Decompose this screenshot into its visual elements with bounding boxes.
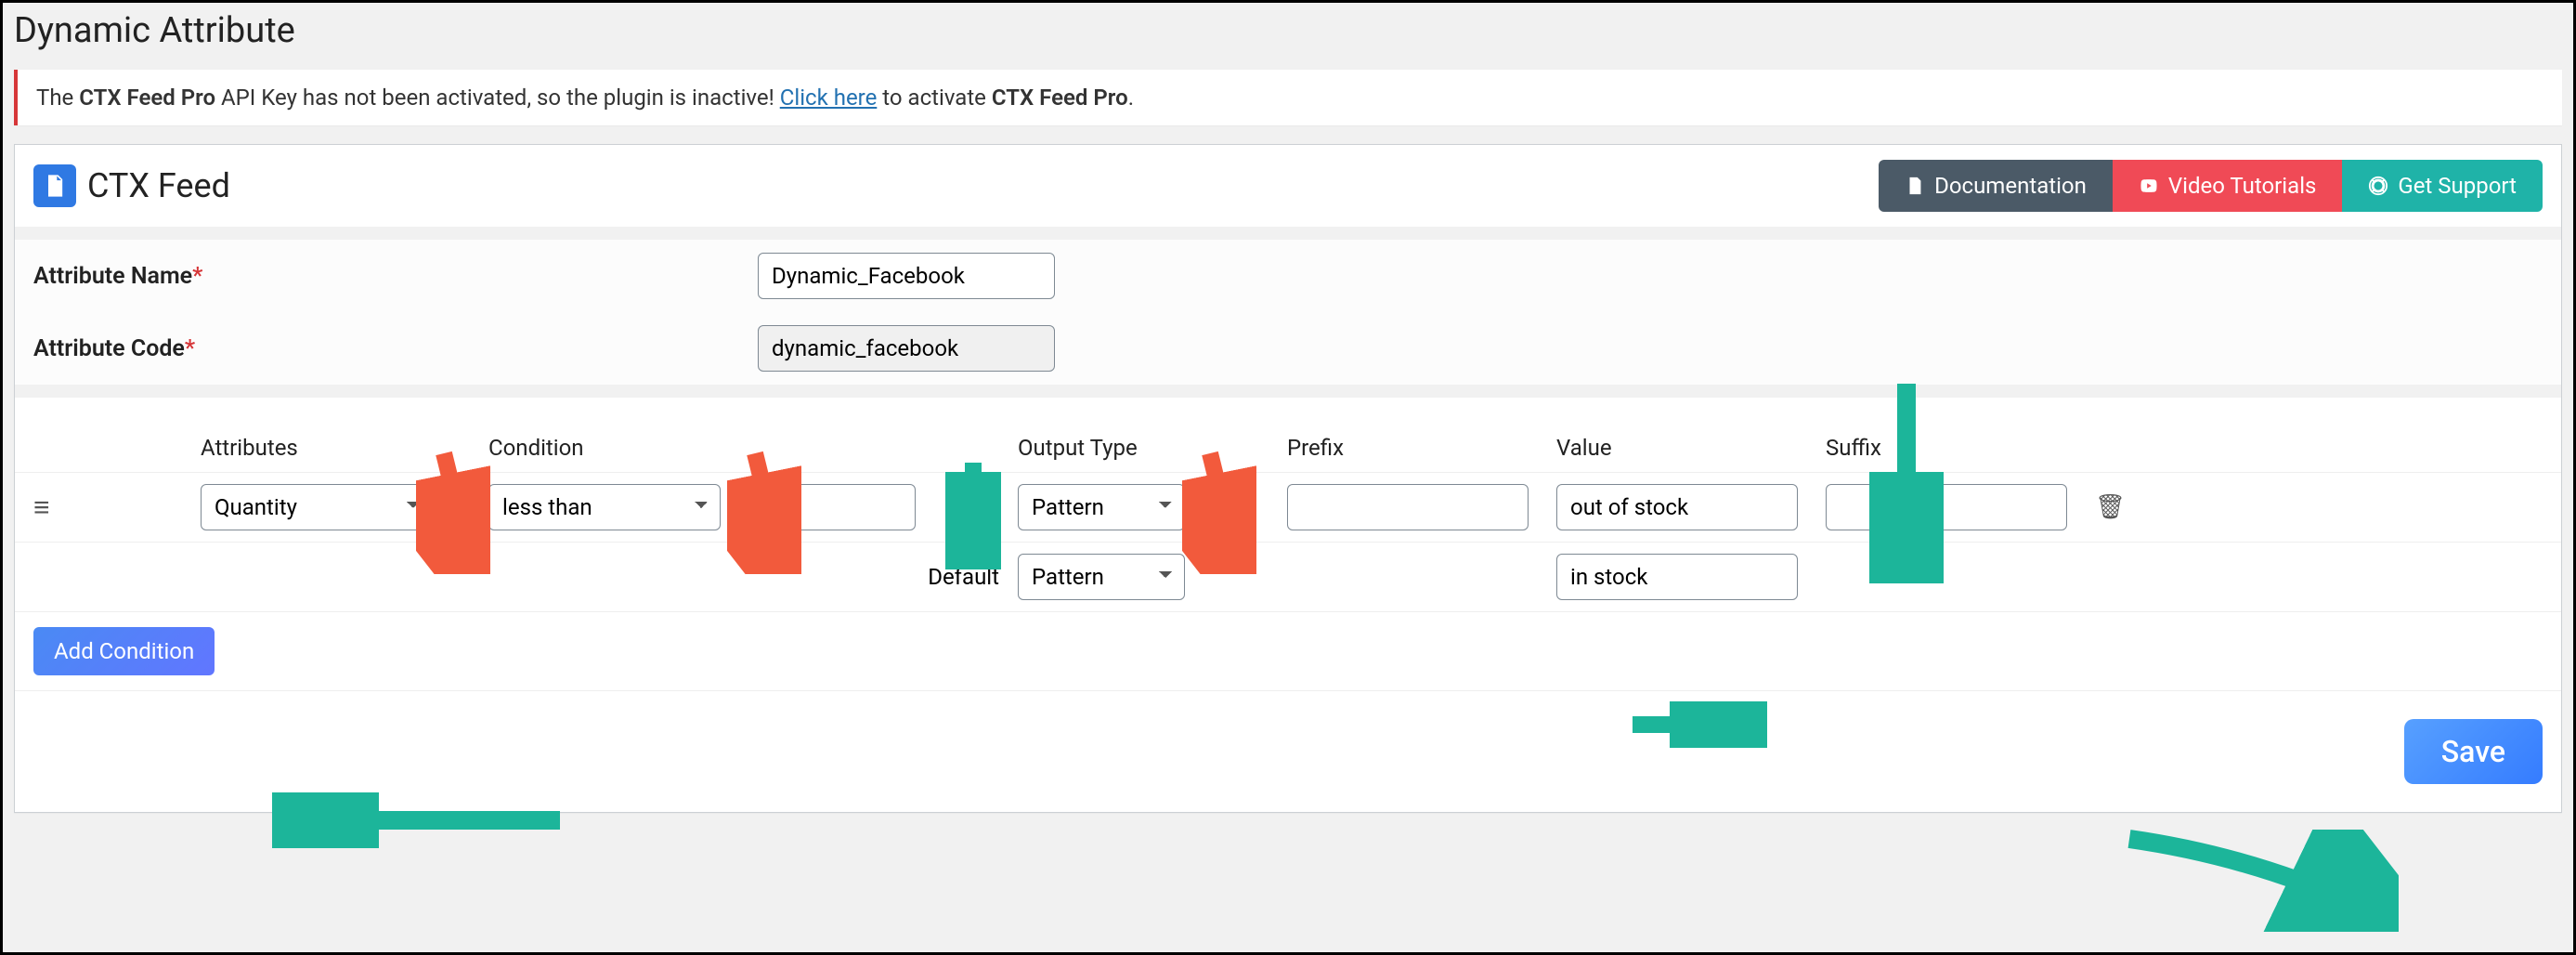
attribute-name-row: Attribute Name* — [15, 240, 2561, 312]
notice-text-4: . — [1128, 85, 1134, 111]
lifebuoy-icon — [2368, 176, 2388, 196]
attribute-code-label: Attribute Code* — [33, 335, 758, 362]
get-support-button[interactable]: Get Support — [2342, 160, 2543, 212]
output-type-select[interactable]: Pattern — [1018, 484, 1185, 530]
attribute-select[interactable]: Quantity — [201, 484, 433, 530]
activation-notice: The CTX Feed Pro API Key has not been ac… — [14, 70, 2562, 125]
attribute-code-row: Attribute Code* — [15, 312, 2561, 385]
activate-link[interactable]: Click here — [780, 85, 878, 111]
condition-row: ≡ Quantity less than Pattern 🗑 — [15, 472, 2561, 542]
page-title: Dynamic Attribute — [3, 3, 2573, 62]
trash-icon: 🗑 — [2095, 493, 2126, 521]
get-support-label: Get Support — [2398, 173, 2517, 199]
documentation-label: Documentation — [1934, 173, 2087, 199]
attribute-name-label: Attribute Name* — [33, 263, 758, 290]
notice-text-1: The — [36, 85, 79, 111]
brand-icon — [33, 164, 76, 207]
add-condition-section: Add Condition — [15, 611, 2561, 690]
documentation-button[interactable]: Documentation — [1879, 160, 2113, 212]
video-tutorials-label: Video Tutorials — [2168, 173, 2317, 199]
document-icon — [1905, 176, 1925, 196]
col-condition: Condition — [488, 435, 748, 461]
annotation-arrow-teal-5 — [2120, 830, 2399, 932]
col-prefix: Prefix — [1287, 435, 1556, 461]
card-header: CTX Feed Documentation Video Tutorials G… — [15, 145, 2561, 227]
col-suffix: Suffix — [1826, 435, 2095, 461]
required-indicator: * — [185, 335, 195, 362]
required-indicator: * — [192, 263, 202, 290]
notice-product-2: CTX Feed Pro — [992, 85, 1128, 111]
notice-product-1: CTX Feed Pro — [79, 85, 215, 111]
brand-name: CTX Feed — [87, 166, 230, 205]
save-section: Save — [15, 690, 2561, 812]
delete-row-button[interactable]: 🗑 — [2095, 493, 2126, 521]
drag-handle-icon[interactable]: ≡ — [33, 491, 201, 524]
add-condition-button[interactable]: Add Condition — [33, 627, 215, 675]
attribute-code-input — [758, 325, 1055, 372]
attribute-name-input[interactable] — [758, 253, 1055, 299]
col-attributes: Attributes — [201, 435, 488, 461]
default-label: Default — [748, 564, 1018, 590]
header-buttons: Documentation Video Tutorials Get Suppor… — [1879, 160, 2543, 212]
conditions-table: Attributes Condition Output Type Prefix … — [15, 385, 2561, 812]
save-button[interactable]: Save — [2404, 719, 2543, 784]
suffix-input[interactable] — [1826, 484, 2067, 530]
prefix-input[interactable] — [1287, 484, 1529, 530]
compare-value-input[interactable] — [748, 484, 916, 530]
col-output-type: Output Type — [1018, 435, 1287, 461]
default-row: Default Pattern — [15, 542, 2561, 611]
form-section: Attribute Name* Attribute Code* — [15, 227, 2561, 385]
brand: CTX Feed — [33, 164, 230, 207]
condition-select[interactable]: less than — [488, 484, 721, 530]
notice-text-3: to activate — [877, 85, 992, 111]
col-value: Value — [1556, 435, 1826, 461]
main-card: CTX Feed Documentation Video Tutorials G… — [14, 144, 2562, 813]
video-tutorials-button[interactable]: Video Tutorials — [2113, 160, 2343, 212]
default-value-input[interactable] — [1556, 554, 1798, 600]
default-output-type-select[interactable]: Pattern — [1018, 554, 1185, 600]
notice-text-2: API Key has not been activated, so the p… — [215, 85, 780, 111]
value-input[interactable] — [1556, 484, 1798, 530]
youtube-icon — [2139, 176, 2159, 196]
conditions-header: Attributes Condition Output Type Prefix … — [15, 398, 2561, 472]
